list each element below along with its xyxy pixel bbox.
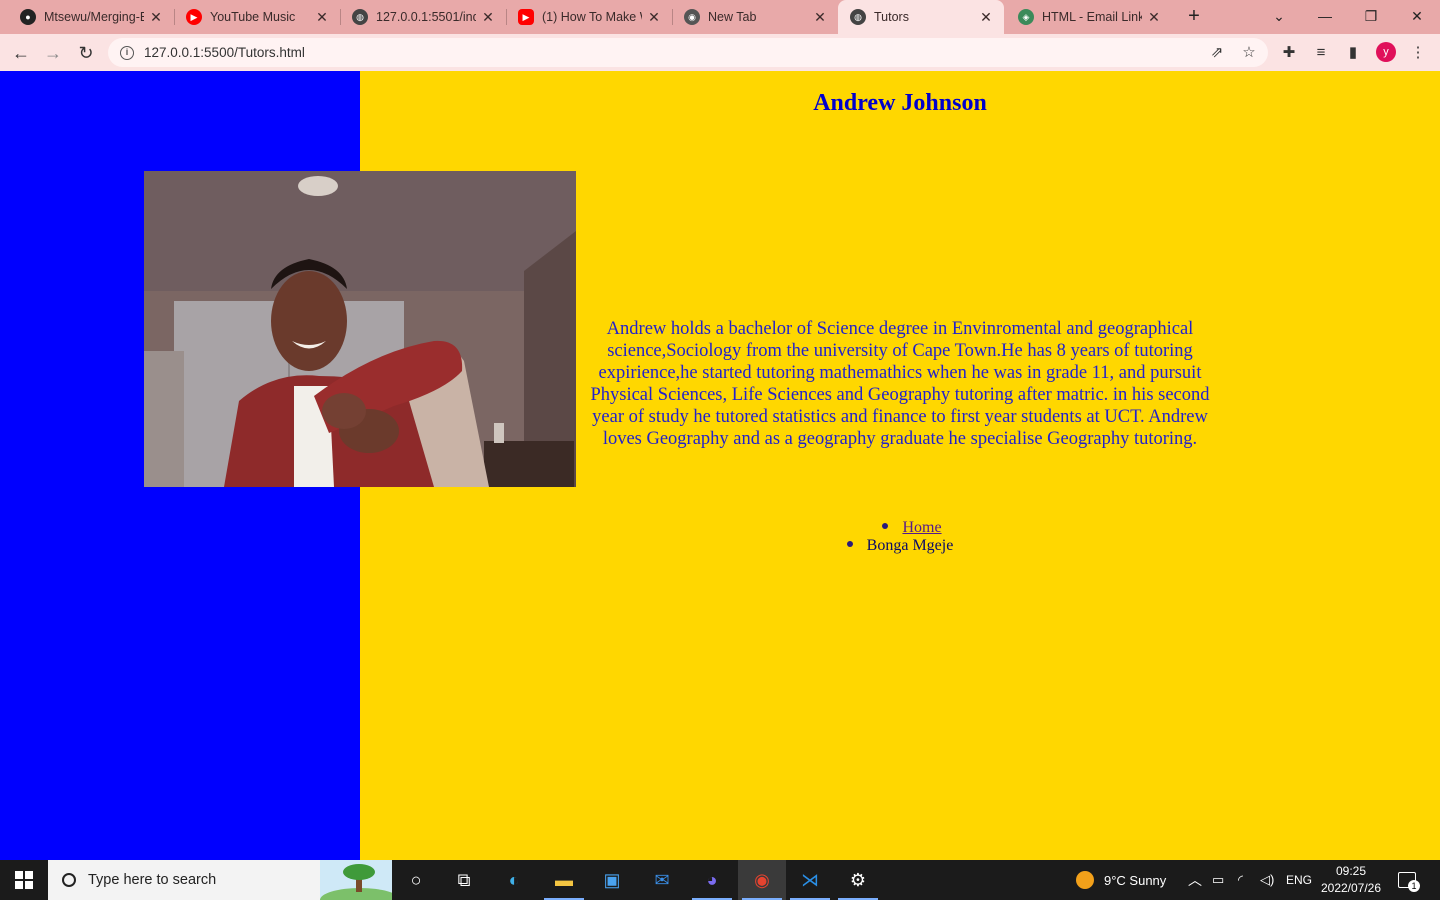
reload-icon[interactable]: ↻: [73, 40, 99, 66]
clock-date: 2022/07/26: [1320, 881, 1382, 895]
windows-logo-icon: [15, 871, 33, 889]
tab-new-tab[interactable]: ◉ New Tab ✕: [672, 0, 838, 34]
window-close-icon[interactable]: ✕: [1402, 4, 1432, 28]
tab-title: (1) How To Make W: [542, 10, 642, 24]
mail-icon[interactable]: ✉: [638, 860, 686, 900]
close-icon[interactable]: ✕: [480, 9, 496, 26]
notifications-icon[interactable]: 1: [1398, 860, 1420, 900]
youtube-music-icon: ▶: [186, 9, 202, 25]
search-highlight-illustration-icon: [320, 860, 392, 900]
tab-tutors[interactable]: ◍ Tutors ✕: [838, 0, 1004, 34]
wifi-icon[interactable]: ◜: [1238, 860, 1243, 900]
close-icon[interactable]: ✕: [812, 9, 828, 26]
chrome-icon[interactable]: ◉: [738, 860, 786, 900]
tutor-bio: Andrew holds a bachelor of Science degre…: [590, 319, 1210, 449]
vscode-icon[interactable]: ⋊: [786, 860, 834, 900]
edge-icon[interactable]: ◐: [490, 860, 538, 900]
new-tab-button[interactable]: +: [1182, 5, 1206, 29]
tab-youtube-video[interactable]: ▶ (1) How To Make W ✕: [506, 0, 672, 34]
youtube-icon: ▶: [518, 9, 534, 25]
tab-html-email-links[interactable]: ◈ HTML - Email Links ✕: [1006, 0, 1172, 34]
volume-icon[interactable]: ◁): [1260, 860, 1274, 900]
tab-github[interactable]: ● Mtsewu/Merging-E ✕: [8, 0, 174, 34]
profile-avatar[interactable]: y: [1376, 42, 1396, 62]
media-control-icon[interactable]: ≡: [1309, 41, 1333, 65]
search-icon: [62, 873, 76, 887]
close-icon[interactable]: ✕: [1146, 9, 1162, 26]
extensions-icon[interactable]: ✚: [1277, 41, 1301, 65]
notification-count-badge: 1: [1408, 880, 1420, 892]
tutor-name-item: Bonga Mgeje: [866, 537, 954, 554]
tutor-photo: [144, 171, 576, 487]
discord-icon[interactable]: ◕: [688, 860, 736, 900]
tutor-name-heading: Andrew Johnson: [813, 90, 987, 116]
globe-icon: ◍: [850, 9, 866, 25]
menu-kebab-icon[interactable]: ⋮: [1406, 41, 1430, 65]
bullet-icon: [846, 541, 853, 548]
tab-title: Mtsewu/Merging-E: [44, 10, 144, 24]
share-icon[interactable]: ⇗: [1205, 41, 1229, 65]
side-panel-icon[interactable]: ▮: [1341, 41, 1365, 65]
tab-localhost-index[interactable]: ◍ 127.0.0.1:5501/inde ✕: [340, 0, 506, 34]
chrome-icon: ◉: [684, 9, 700, 25]
bookmark-star-icon[interactable]: ☆: [1237, 41, 1261, 65]
tab-youtube-music[interactable]: ▶ YouTube Music ✕: [174, 0, 340, 34]
tray-chevron-icon[interactable]: ︿: [1188, 860, 1202, 900]
tab-title: New Tab: [708, 10, 757, 24]
clock[interactable]: 09:25 2022/07/26: [1316, 863, 1386, 897]
task-view-icon[interactable]: ⧉: [440, 860, 488, 900]
list-item: Bonga Mgeje: [360, 537, 1440, 555]
globe-icon: ◍: [352, 9, 368, 25]
tab-title: 127.0.0.1:5501/inde: [376, 10, 476, 24]
back-icon[interactable]: ←: [8, 40, 34, 66]
close-icon[interactable]: ✕: [148, 9, 164, 26]
clock-time: 09:25: [1335, 864, 1367, 878]
github-icon: ●: [20, 9, 36, 25]
close-icon[interactable]: ✕: [314, 9, 330, 26]
sun-icon: [1076, 871, 1094, 889]
tab-title: HTML - Email Links: [1042, 10, 1142, 24]
address-bar[interactable]: i 127.0.0.1:5500/Tutors.html: [108, 38, 1268, 67]
close-icon[interactable]: ✕: [646, 9, 662, 26]
search-placeholder: Type here to search: [88, 872, 217, 888]
file-explorer-icon[interactable]: ▬: [540, 860, 588, 900]
tutor-nav-list: Home Bonga Mgeje: [360, 519, 1440, 555]
site-info-icon[interactable]: i: [120, 45, 134, 60]
tutorialspoint-icon: ◈: [1018, 9, 1034, 25]
taskbar-search-box[interactable]: Type here to search: [48, 860, 392, 900]
forward-icon[interactable]: →: [40, 40, 66, 66]
battery-icon[interactable]: ▭: [1212, 860, 1224, 900]
minimize-icon[interactable]: —: [1310, 4, 1340, 28]
weather-widget[interactable]: 9°C Sunny: [1076, 860, 1166, 900]
browser-toolbar: ← → ↻ i 127.0.0.1:5500/Tutors.html ⇗ ☆ ✚…: [0, 34, 1440, 71]
cortana-icon[interactable]: ○: [392, 860, 440, 900]
language-indicator[interactable]: ENG: [1286, 860, 1312, 900]
home-link[interactable]: Home: [902, 519, 941, 536]
store-icon[interactable]: ▣: [588, 860, 636, 900]
page-viewport: Andrew Johnson Andrew holds a bachelor o…: [0, 71, 1440, 860]
tab-search-icon[interactable]: ⌄: [1264, 4, 1294, 28]
bullet-icon: [882, 523, 889, 530]
close-icon[interactable]: ✕: [978, 9, 994, 26]
list-item: Home: [360, 519, 1440, 537]
url-text: 127.0.0.1:5500/Tutors.html: [144, 45, 305, 60]
tab-title: YouTube Music: [210, 10, 296, 24]
windows-start-button[interactable]: [0, 860, 48, 900]
tutor-photo-illustration: [144, 171, 576, 487]
windows-taskbar: Type here to search ○ ⧉ ◐ ▬ ▣ ✉ ◕ ◉ ⋊ ⚙ …: [0, 860, 1440, 900]
settings-gear-icon[interactable]: ⚙: [834, 860, 882, 900]
tab-strip: ● Mtsewu/Merging-E ✕ ▶ YouTube Music ✕ ◍…: [0, 0, 1440, 34]
weather-text: 9°C Sunny: [1104, 872, 1167, 888]
tab-title: Tutors: [874, 10, 909, 24]
restore-icon[interactable]: ❐: [1356, 4, 1386, 28]
